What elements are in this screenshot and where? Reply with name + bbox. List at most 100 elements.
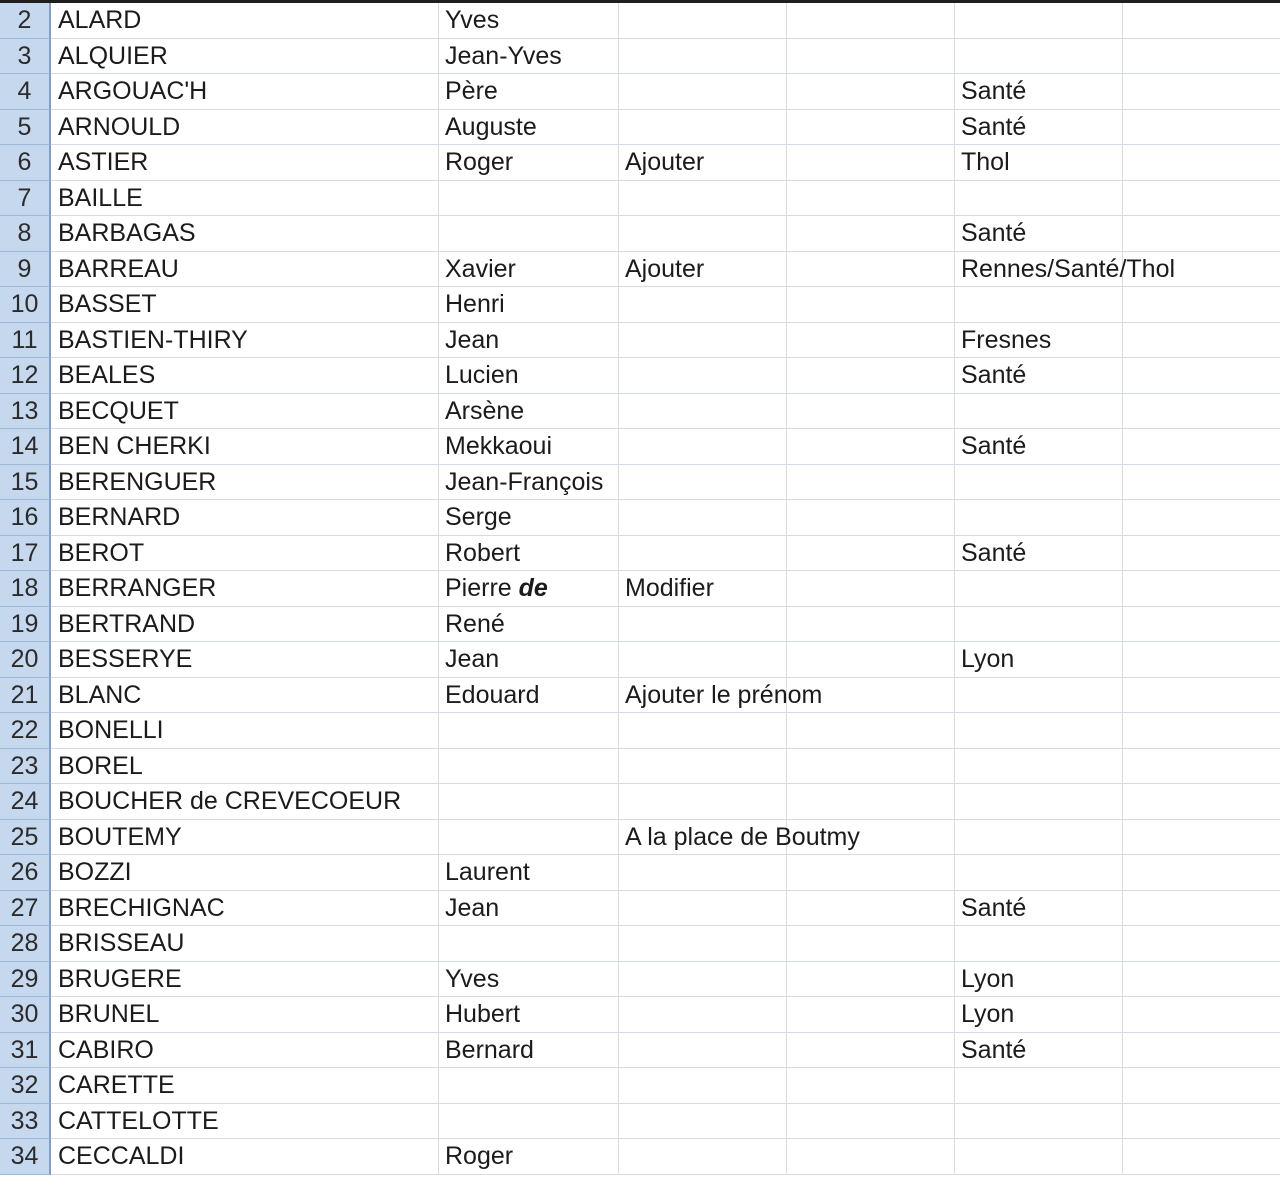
cell-empty[interactable] bbox=[787, 145, 955, 181]
row-header[interactable]: 14 bbox=[0, 429, 51, 465]
cell-action[interactable]: Modifier bbox=[619, 571, 787, 607]
cell-empty[interactable] bbox=[1123, 1104, 1280, 1139]
cell-location[interactable]: Santé bbox=[955, 358, 1123, 394]
cell-firstname[interactable]: Serge bbox=[439, 500, 619, 536]
cell-action[interactable] bbox=[619, 1032, 787, 1068]
row-header[interactable]: 4 bbox=[0, 74, 51, 110]
cell-location[interactable]: Thol bbox=[955, 145, 1123, 181]
cell-firstname[interactable]: Jean bbox=[439, 322, 619, 358]
cell-location[interactable] bbox=[955, 464, 1123, 500]
cell-empty[interactable] bbox=[787, 677, 955, 713]
cell-surname[interactable]: CATTELOTTE bbox=[51, 1103, 439, 1139]
cell-surname[interactable]: ARNOULD bbox=[51, 109, 439, 145]
cell-location[interactable]: Santé bbox=[955, 216, 1123, 252]
cell-empty[interactable] bbox=[787, 3, 955, 39]
cell-surname[interactable]: BERRANGER bbox=[51, 571, 439, 607]
cell-firstname[interactable]: Père bbox=[439, 74, 619, 110]
cell-location[interactable]: Santé bbox=[955, 109, 1123, 145]
cell-empty[interactable] bbox=[787, 1103, 955, 1139]
cell-location[interactable] bbox=[955, 926, 1123, 962]
cell-surname[interactable]: BONELLI bbox=[51, 713, 439, 749]
cell-firstname[interactable] bbox=[439, 926, 619, 962]
cell-empty[interactable] bbox=[787, 890, 955, 926]
cell-action[interactable] bbox=[619, 74, 787, 110]
cell-empty[interactable] bbox=[1123, 74, 1280, 110]
cell-firstname[interactable]: Arsène bbox=[439, 393, 619, 429]
cell-empty[interactable] bbox=[787, 784, 955, 820]
row-header[interactable]: 6 bbox=[0, 145, 51, 181]
row-header[interactable]: 5 bbox=[0, 109, 51, 145]
cell-surname[interactable]: BAILLE bbox=[51, 180, 439, 216]
cell-action[interactable]: Ajouter bbox=[619, 251, 787, 287]
cell-empty[interactable] bbox=[787, 713, 955, 749]
cell-location[interactable] bbox=[955, 393, 1123, 429]
cell-surname[interactable]: ASTIER bbox=[51, 145, 439, 181]
row-header[interactable]: 18 bbox=[0, 571, 51, 607]
cell-action[interactable] bbox=[619, 784, 787, 820]
cell-location[interactable] bbox=[955, 1068, 1123, 1104]
cell-empty[interactable] bbox=[787, 500, 955, 536]
cell-action[interactable] bbox=[619, 287, 787, 323]
cell-empty[interactable] bbox=[1123, 571, 1280, 607]
cell-firstname[interactable] bbox=[439, 784, 619, 820]
row-header[interactable]: 24 bbox=[0, 784, 51, 820]
cell-empty[interactable] bbox=[1123, 678, 1280, 713]
cell-firstname[interactable]: René bbox=[439, 606, 619, 642]
cell-empty[interactable] bbox=[787, 322, 955, 358]
cell-location[interactable] bbox=[955, 713, 1123, 749]
row-header[interactable]: 29 bbox=[0, 961, 51, 997]
cell-surname[interactable]: BRUNEL bbox=[51, 997, 439, 1033]
cell-empty[interactable] bbox=[787, 180, 955, 216]
cell-location[interactable] bbox=[955, 1139, 1123, 1175]
cell-location[interactable] bbox=[955, 855, 1123, 891]
cell-firstname[interactable]: Robert bbox=[439, 535, 619, 571]
row-header[interactable]: 30 bbox=[0, 997, 51, 1033]
cell-empty[interactable] bbox=[787, 748, 955, 784]
cell-surname[interactable]: ALARD bbox=[51, 3, 439, 39]
cell-action[interactable] bbox=[619, 3, 787, 39]
cell-empty[interactable] bbox=[1123, 713, 1280, 749]
cell-firstname[interactable] bbox=[439, 713, 619, 749]
cell-action[interactable] bbox=[619, 1103, 787, 1139]
cell-empty[interactable] bbox=[1123, 465, 1280, 500]
row-header[interactable]: 21 bbox=[0, 677, 51, 713]
cell-surname[interactable]: CABIRO bbox=[51, 1032, 439, 1068]
cell-empty[interactable] bbox=[787, 855, 955, 891]
row-header[interactable]: 8 bbox=[0, 216, 51, 252]
cell-firstname[interactable]: Jean bbox=[439, 890, 619, 926]
cell-empty[interactable] bbox=[1123, 1068, 1280, 1104]
cell-location[interactable]: Lyon bbox=[955, 961, 1123, 997]
cell-firstname[interactable]: Yves bbox=[439, 961, 619, 997]
cell-empty[interactable] bbox=[787, 961, 955, 997]
cell-location[interactable] bbox=[955, 180, 1123, 216]
row-header[interactable]: 15 bbox=[0, 464, 51, 500]
cell-action[interactable] bbox=[619, 1139, 787, 1175]
cell-empty[interactable] bbox=[787, 571, 955, 607]
cell-action[interactable] bbox=[619, 393, 787, 429]
cell-firstname[interactable]: Lucien bbox=[439, 358, 619, 394]
cell-surname[interactable]: BARREAU bbox=[51, 251, 439, 287]
cell-location[interactable]: Rennes/Santé/Thol bbox=[955, 251, 1175, 287]
cell-empty[interactable] bbox=[1123, 216, 1280, 252]
row-header[interactable]: 20 bbox=[0, 642, 51, 678]
row-header[interactable]: 31 bbox=[0, 1032, 51, 1068]
cell-firstname[interactable]: Edouard bbox=[439, 677, 619, 713]
cell-action[interactable] bbox=[619, 500, 787, 536]
cell-empty[interactable] bbox=[1123, 181, 1280, 216]
cell-surname[interactable]: BERNARD bbox=[51, 500, 439, 536]
cell-empty[interactable] bbox=[787, 997, 955, 1033]
cell-surname[interactable]: BERENGUER bbox=[51, 464, 439, 500]
cell-firstname[interactable]: Yves bbox=[439, 3, 619, 39]
cell-empty[interactable] bbox=[1123, 110, 1280, 145]
cell-firstname[interactable]: Jean-François bbox=[439, 464, 619, 500]
cell-empty[interactable] bbox=[1123, 891, 1280, 926]
cell-empty[interactable] bbox=[1123, 642, 1280, 678]
cell-firstname[interactable]: Jean bbox=[439, 642, 619, 678]
cell-location[interactable]: Santé bbox=[955, 1032, 1123, 1068]
cell-firstname[interactable] bbox=[439, 1068, 619, 1104]
row-header[interactable]: 7 bbox=[0, 180, 51, 216]
row-header[interactable]: 2 bbox=[0, 3, 51, 39]
cell-firstname[interactable]: Auguste bbox=[439, 109, 619, 145]
cell-location[interactable]: Santé bbox=[955, 890, 1123, 926]
cell-action[interactable]: A la place de Boutmy bbox=[619, 819, 860, 855]
